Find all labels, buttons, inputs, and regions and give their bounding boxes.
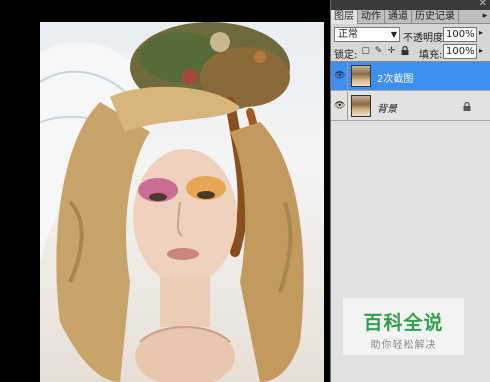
eye-icon[interactable]: 👁 <box>334 101 345 111</box>
opacity-input[interactable]: 100% <box>443 27 477 42</box>
document-image[interactable] <box>40 22 324 382</box>
opacity-slider-arrow-icon[interactable]: ▸ <box>479 28 483 37</box>
lock-position-icon[interactable]: ✛ <box>387 46 396 56</box>
lock-label: 锁定: <box>334 50 358 61</box>
eye-icon[interactable]: 👁 <box>334 71 345 81</box>
layer-name: 2次截图 <box>377 74 414 85</box>
lock-pixels-icon[interactable]: ✎ <box>374 46 383 56</box>
canvas-area[interactable] <box>0 0 330 382</box>
watermark-badge: 百科全说 助你轻松解决 <box>343 298 464 355</box>
lock-transparency-icon[interactable]: ▢ <box>361 46 370 56</box>
lock-fill-row: 锁定: ▢ ✎ ✛ 填充: 100% ▸ <box>331 44 490 61</box>
layer-row-background[interactable]: 👁 背景 <box>331 92 490 121</box>
panel-tabs: 图层 动作 通道 历史记录 ▸ <box>331 10 490 24</box>
layer-thumbnail <box>351 65 371 87</box>
watermark-title: 百科全说 <box>363 312 444 334</box>
blend-opacity-row: 正常 ▼ 不透明度: 100% ▸ <box>331 25 490 44</box>
tab-channels[interactable]: 通道 <box>385 10 412 24</box>
fill-label: 填充: <box>419 50 443 61</box>
lock-icon <box>463 101 471 111</box>
watermark-subtitle: 助你轻松解决 <box>370 340 437 351</box>
panel-close-icon[interactable]: ✕ <box>479 0 487 9</box>
lock-buttons: ▢ ✎ ✛ <box>361 45 409 56</box>
tab-history[interactable]: 历史记录 <box>412 10 459 24</box>
layer-row-screenshot[interactable]: 👁 2次截图 <box>331 62 490 91</box>
fill-slider-arrow-icon[interactable]: ▸ <box>479 46 483 55</box>
blend-mode-value: 正常 <box>338 29 358 40</box>
panel-menu-icon[interactable]: ▸ <box>479 10 490 23</box>
layer-thumbnail <box>351 95 371 117</box>
tab-layers[interactable]: 图层 <box>331 10 358 24</box>
portrait-illustration <box>40 22 304 382</box>
layer-name: 背景 <box>377 104 397 115</box>
opacity-label: 不透明度: <box>403 33 447 44</box>
divider <box>347 62 348 91</box>
tab-actions[interactable]: 动作 <box>358 10 385 24</box>
lock-all-icon[interactable] <box>400 45 409 56</box>
panel-titlebar: ✕ <box>331 0 490 10</box>
blend-mode-select[interactable]: 正常 ▼ <box>334 27 400 42</box>
divider <box>347 92 348 121</box>
fill-input[interactable]: 100% <box>443 44 477 59</box>
chevron-down-icon: ▼ <box>390 30 397 39</box>
